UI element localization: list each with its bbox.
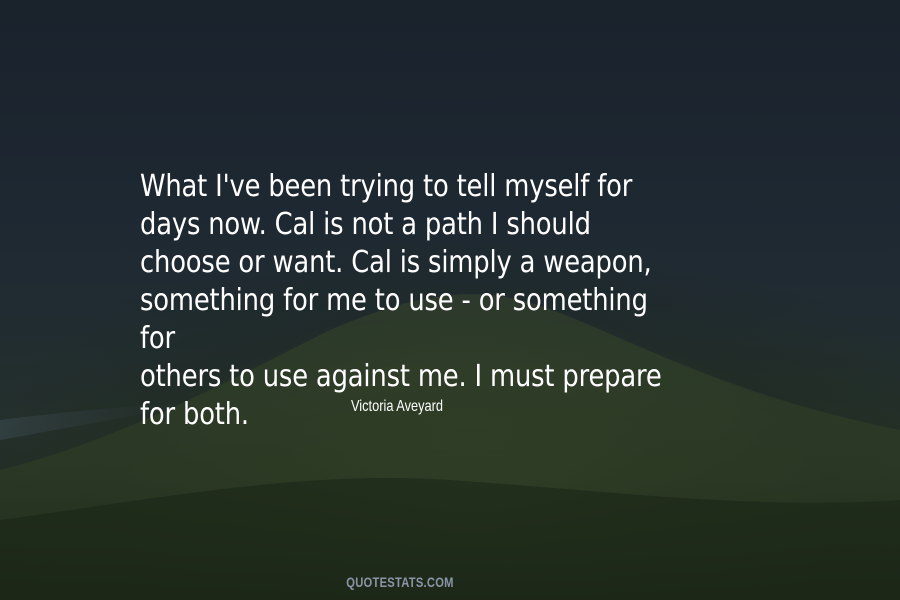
quote-author: Victoria Aveyard bbox=[350, 398, 444, 415]
site-watermark: QUOTESTATS.COM bbox=[346, 574, 454, 590]
quote-image: What I've been trying to tell myself for… bbox=[0, 0, 900, 600]
quote-text: What I've been trying to tell myself for… bbox=[140, 169, 662, 432]
